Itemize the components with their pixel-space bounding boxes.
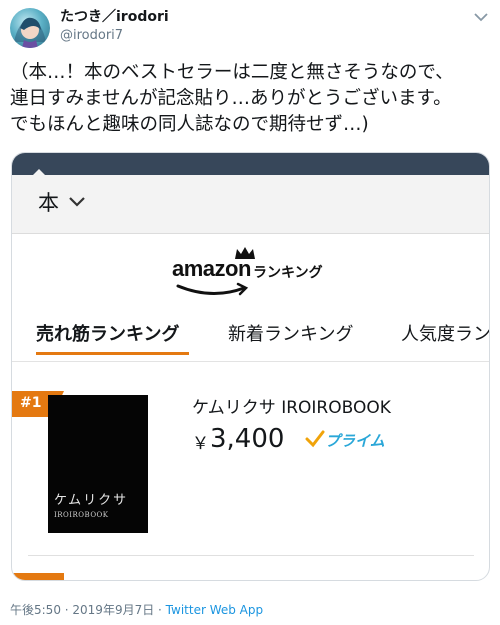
category-label: 本 [38,191,59,215]
chevron-down-icon [69,197,85,207]
tab-new-releases[interactable]: 新着ランキング [228,321,353,349]
avatar-illustration [14,17,46,48]
price: 3,400 [210,424,285,454]
active-tab-indicator [36,352,189,355]
prime-badge: プライム [305,429,385,451]
book-cover-image[interactable]: ケムリクサ IROIROBOOK [48,395,148,533]
rank-number: #1 [20,395,42,411]
amazon-app-header [12,153,489,175]
ranking-wordmark: ランキング [253,265,323,281]
meta-separator: · [154,603,166,617]
user-handle[interactable]: @irodori7 [60,28,123,44]
display-name[interactable]: たつき／irodori [60,8,169,26]
currency-symbol: ￥ [192,434,209,454]
meta-separator: · [60,603,73,617]
avatar[interactable] [10,8,50,48]
amazon-wordmark: amazon [172,256,251,281]
amazon-smile-icon [176,282,249,296]
next-rank-badge [12,573,64,580]
chevron-down-icon[interactable] [474,12,488,22]
tweet-text: （本…！本のベストセラーは二度と無さそうなので、 連日すみませんが記念貼り…あり… [10,62,454,135]
tweet-time[interactable]: 午後5:50 [10,603,61,617]
tab-most-popular[interactable]: 人気度ラン [401,321,489,349]
ranking-tabs: 売れ筋ランキング 新着ランキング 人気度ラン [12,321,489,362]
tweet-meta: 午後5:50 · 2019年9月7日 · Twitter Web App [10,601,263,618]
amazon-ranking-logo: amazon ランキング [172,247,332,308]
product-title[interactable]: ケムリクサ IROIROBOOK [192,397,391,419]
divider [28,555,474,556]
checkmark-icon [305,430,325,448]
attached-image[interactable]: 本 amazon ランキング 売れ筋ランキング 新着ランキング 人気度ラン #1… [11,152,490,581]
tab-best-sellers[interactable]: 売れ筋ランキング [36,321,179,349]
cover-title: ケムリクサ [54,493,129,508]
cover-subtitle: IROIROBOOK [54,511,109,519]
category-selector[interactable]: 本 [12,175,489,234]
tweet: たつき／irodori @irodori7 （本…！本のベストセラーは二度と無さ… [0,0,500,625]
tweet-date[interactable]: 2019年9月7日 [72,603,154,617]
tweet-client[interactable]: Twitter Web App [166,603,263,617]
prime-label: プライム [325,432,385,450]
